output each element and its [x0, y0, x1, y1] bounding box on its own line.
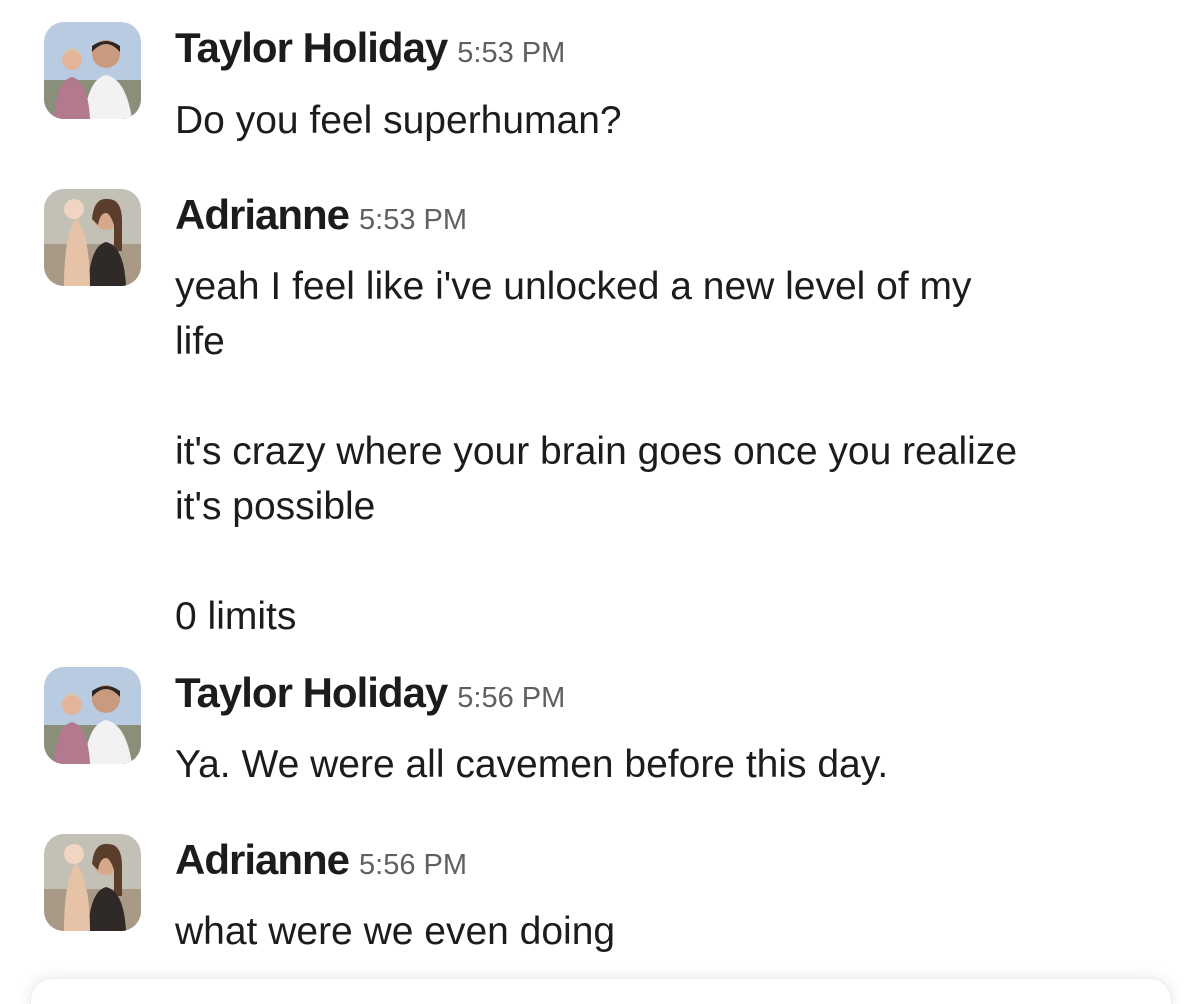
- message-text: Ya. We were all cavemen before this day.: [175, 737, 888, 792]
- message-line: [175, 534, 1017, 589]
- message-line: life: [175, 320, 225, 363]
- adrianne-avatar-icon: [44, 189, 141, 286]
- message-text: yeah I feel like i've unlocked a new lev…: [175, 259, 1017, 644]
- message-text: what were we even doing: [175, 904, 615, 959]
- author-name[interactable]: Adrianne: [175, 191, 350, 238]
- taylor-avatar-icon: [44, 667, 141, 764]
- message-line: it's crazy where your brain goes once yo…: [175, 430, 1018, 473]
- message-text: Do you feel superhuman?: [175, 93, 622, 148]
- message-line: [175, 369, 1017, 424]
- message-list: Taylor Holiday 5:53 PM Do you feel superh…: [0, 0, 1200, 1004]
- avatar[interactable]: [44, 834, 141, 931]
- avatar[interactable]: [44, 189, 141, 286]
- message-line: Do you feel superhuman?: [175, 99, 622, 142]
- author-name[interactable]: Taylor Holiday: [175, 24, 448, 71]
- author-name[interactable]: Taylor Holiday: [175, 669, 448, 716]
- message-timestamp[interactable]: 5:53 PM: [457, 37, 565, 69]
- message-line: 0 limits: [175, 595, 297, 638]
- message-timestamp[interactable]: 5:56 PM: [457, 682, 565, 714]
- avatar[interactable]: [44, 667, 141, 764]
- message-line: Ya. We were all cavemen before this day.: [175, 743, 889, 786]
- message-composer[interactable]: [30, 978, 1172, 1004]
- author-name[interactable]: Adrianne: [175, 836, 350, 883]
- avatar[interactable]: [44, 22, 141, 119]
- adrianne-avatar-icon: [44, 834, 141, 931]
- message-line: yeah I feel like i've unlocked a new lev…: [175, 265, 972, 308]
- message-line: it's possible: [175, 485, 376, 528]
- taylor-avatar-icon: [44, 22, 141, 119]
- message-line: what were we even doing: [175, 910, 616, 953]
- message-timestamp[interactable]: 5:53 PM: [359, 204, 467, 236]
- message-timestamp[interactable]: 5:56 PM: [359, 849, 467, 881]
